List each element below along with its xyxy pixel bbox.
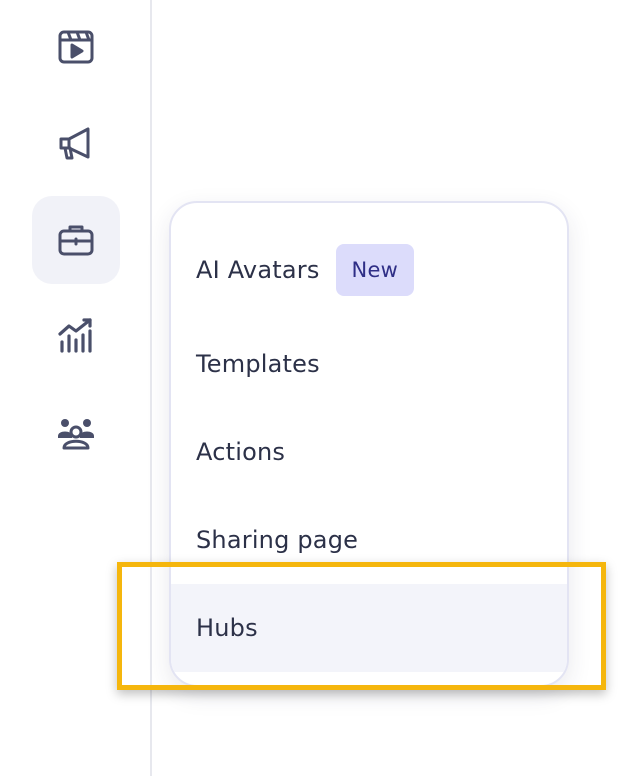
sidebar-item-team[interactable] (32, 388, 120, 476)
menu-item-label: Actions (196, 438, 286, 466)
sidebar-item-business[interactable] (32, 196, 120, 284)
menu-item-templates[interactable]: Templates (171, 320, 567, 408)
menu-item-label: Sharing page (196, 526, 359, 554)
analytics-icon (58, 318, 92, 353)
megaphone-icon (59, 127, 90, 160)
menu-item-sharing-page[interactable]: Sharing page (171, 496, 567, 584)
sidebar-divider (150, 0, 152, 776)
menu-item-label: AI Avatars (196, 256, 320, 284)
app-window: AI Avatars New Templates Actions Sharing… (0, 0, 634, 776)
sidebar (0, 0, 150, 776)
menu-item-ai-avatars[interactable]: AI Avatars New (171, 226, 567, 314)
menu-item-label: Hubs (196, 614, 258, 642)
video-icon (58, 30, 94, 64)
briefcase-icon (58, 225, 94, 256)
sidebar-item-campaigns[interactable] (32, 100, 120, 188)
menu-item-hubs[interactable]: Hubs (171, 584, 567, 672)
new-badge: New (335, 244, 414, 296)
dropdown-menu: AI Avatars New Templates Actions Sharing… (169, 201, 569, 687)
menu-item-label: Templates (196, 350, 320, 378)
menu-item-actions[interactable]: Actions (171, 408, 567, 496)
sidebar-item-analytics[interactable] (32, 292, 120, 380)
team-icon (58, 419, 94, 450)
sidebar-item-videos[interactable] (32, 3, 120, 91)
